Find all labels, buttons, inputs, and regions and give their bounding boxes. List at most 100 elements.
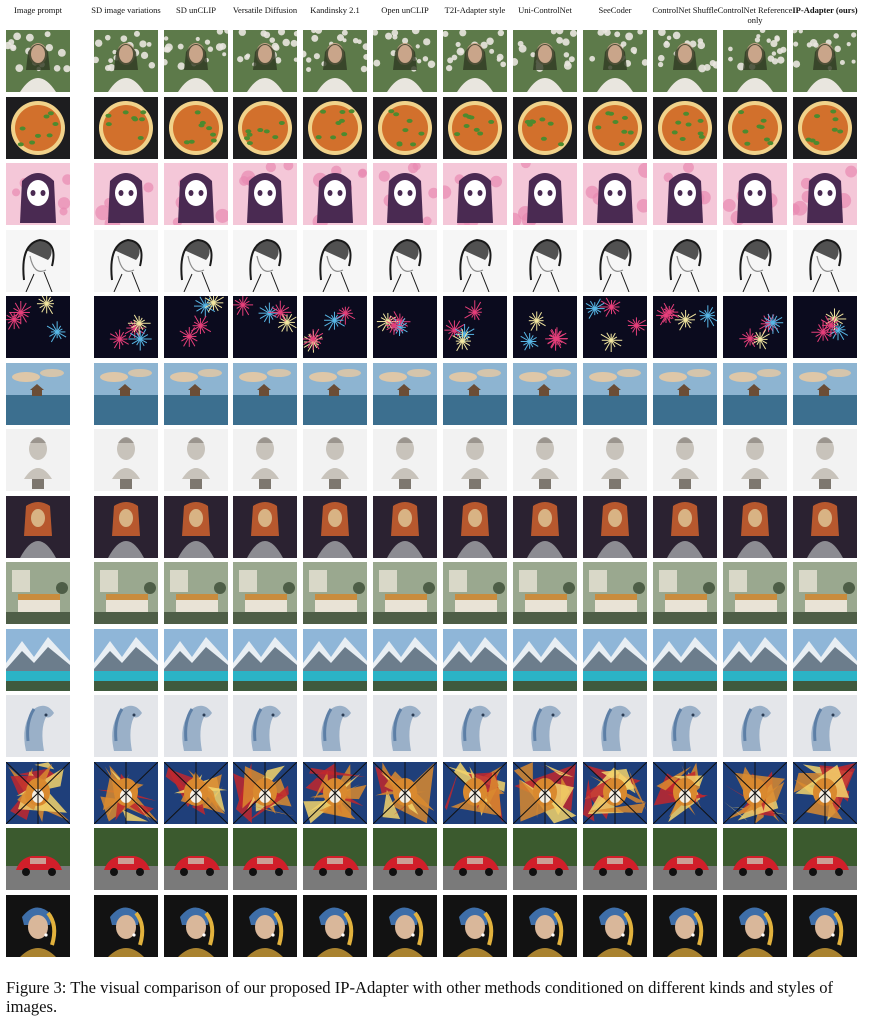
armored-woman-image-4: [303, 496, 367, 558]
pizza-image-8: [583, 97, 647, 159]
bedroom-image-3: [233, 562, 297, 624]
horse-painting-image-1: [94, 695, 158, 757]
bedroom-image-4: [303, 562, 367, 624]
anime-girl-image-11: [793, 163, 857, 225]
fireworks-image-5: [373, 296, 437, 358]
anime-girl-image-9: [653, 163, 717, 225]
bedroom-image-0: [6, 562, 70, 624]
horse-painting-image-7: [513, 695, 577, 757]
lake-house-image-11: [793, 363, 857, 425]
stained-glass-dog-image-2: [164, 762, 228, 824]
stained-glass-dog-image-9: [653, 762, 717, 824]
armored-woman-image-6: [443, 496, 507, 558]
mountain-lake-image-8: [583, 629, 647, 691]
red-car-image-3: [233, 828, 297, 890]
sketch-portrait-image-10: [723, 230, 787, 292]
woman-in-flower-garden-image-2: [164, 30, 228, 92]
girl-with-pearl-earring-image-9: [653, 895, 717, 957]
pizza-image-0: [6, 97, 70, 159]
anime-girl-image-6: [443, 163, 507, 225]
woman-in-flower-garden-image-10: [723, 30, 787, 92]
girl-with-pearl-earring-image-2: [164, 895, 228, 957]
girl-with-pearl-earring-image-11: [793, 895, 857, 957]
marble-bust-image-8: [583, 429, 647, 491]
figure-caption: Figure 3: The visual comparison of our p…: [6, 978, 834, 1016]
woman-in-flower-garden-image-1: [94, 30, 158, 92]
pizza-image-9: [653, 97, 717, 159]
mountain-lake-image-0: [6, 629, 70, 691]
fireworks-image-7: [513, 296, 577, 358]
marble-bust-image-4: [303, 429, 367, 491]
armored-woman-image-5: [373, 496, 437, 558]
stained-glass-dog-image-5: [373, 762, 437, 824]
mountain-lake-image-10: [723, 629, 787, 691]
lake-house-image-1: [94, 363, 158, 425]
woman-in-flower-garden-image-7: [513, 30, 577, 92]
red-car-image-4: [303, 828, 367, 890]
bedroom-image-6: [443, 562, 507, 624]
mountain-lake-image-2: [164, 629, 228, 691]
red-car-image-1: [94, 828, 158, 890]
anime-girl-image-2: [164, 163, 228, 225]
sketch-portrait-image-8: [583, 230, 647, 292]
fireworks-image-0: [6, 296, 70, 358]
mountain-lake-image-3: [233, 629, 297, 691]
lake-house-image-8: [583, 363, 647, 425]
lake-house-image-4: [303, 363, 367, 425]
horse-painting-image-0: [6, 695, 70, 757]
armored-woman-image-1: [94, 496, 158, 558]
red-car-image-11: [793, 828, 857, 890]
girl-with-pearl-earring-image-6: [443, 895, 507, 957]
armored-woman-image-8: [583, 496, 647, 558]
armored-woman-image-7: [513, 496, 577, 558]
lake-house-image-7: [513, 363, 577, 425]
bedroom-image-5: [373, 562, 437, 624]
image-grid: [0, 0, 871, 965]
anime-girl-image-10: [723, 163, 787, 225]
stained-glass-dog-image-11: [793, 762, 857, 824]
mountain-lake-image-6: [443, 629, 507, 691]
marble-bust-image-3: [233, 429, 297, 491]
bedroom-image-8: [583, 562, 647, 624]
horse-painting-image-9: [653, 695, 717, 757]
sketch-portrait-image-0: [6, 230, 70, 292]
woman-in-flower-garden-image-3: [233, 30, 297, 92]
anime-girl-image-7: [513, 163, 577, 225]
woman-in-flower-garden-image-0: [6, 30, 70, 92]
bedroom-image-11: [793, 562, 857, 624]
sketch-portrait-image-5: [373, 230, 437, 292]
horse-painting-image-4: [303, 695, 367, 757]
armored-woman-image-10: [723, 496, 787, 558]
marble-bust-image-6: [443, 429, 507, 491]
horse-painting-image-10: [723, 695, 787, 757]
marble-bust-image-1: [94, 429, 158, 491]
sketch-portrait-image-7: [513, 230, 577, 292]
pizza-image-4: [303, 97, 367, 159]
red-car-image-5: [373, 828, 437, 890]
mountain-lake-image-7: [513, 629, 577, 691]
girl-with-pearl-earring-image-7: [513, 895, 577, 957]
lake-house-image-3: [233, 363, 297, 425]
bedroom-image-10: [723, 562, 787, 624]
stained-glass-dog-image-8: [583, 762, 647, 824]
woman-in-flower-garden-image-8: [583, 30, 647, 92]
girl-with-pearl-earring-image-4: [303, 895, 367, 957]
red-car-image-8: [583, 828, 647, 890]
horse-painting-image-3: [233, 695, 297, 757]
woman-in-flower-garden-image-9: [653, 30, 717, 92]
stained-glass-dog-image-7: [513, 762, 577, 824]
armored-woman-image-2: [164, 496, 228, 558]
bedroom-image-2: [164, 562, 228, 624]
fireworks-image-4: [303, 296, 367, 358]
pizza-image-6: [443, 97, 507, 159]
bedroom-image-1: [94, 562, 158, 624]
stained-glass-dog-image-4: [303, 762, 367, 824]
fireworks-image-8: [583, 296, 647, 358]
red-car-image-9: [653, 828, 717, 890]
anime-girl-image-0: [6, 163, 70, 225]
bedroom-image-9: [653, 562, 717, 624]
horse-painting-image-11: [793, 695, 857, 757]
marble-bust-image-5: [373, 429, 437, 491]
lake-house-image-6: [443, 363, 507, 425]
mountain-lake-image-5: [373, 629, 437, 691]
